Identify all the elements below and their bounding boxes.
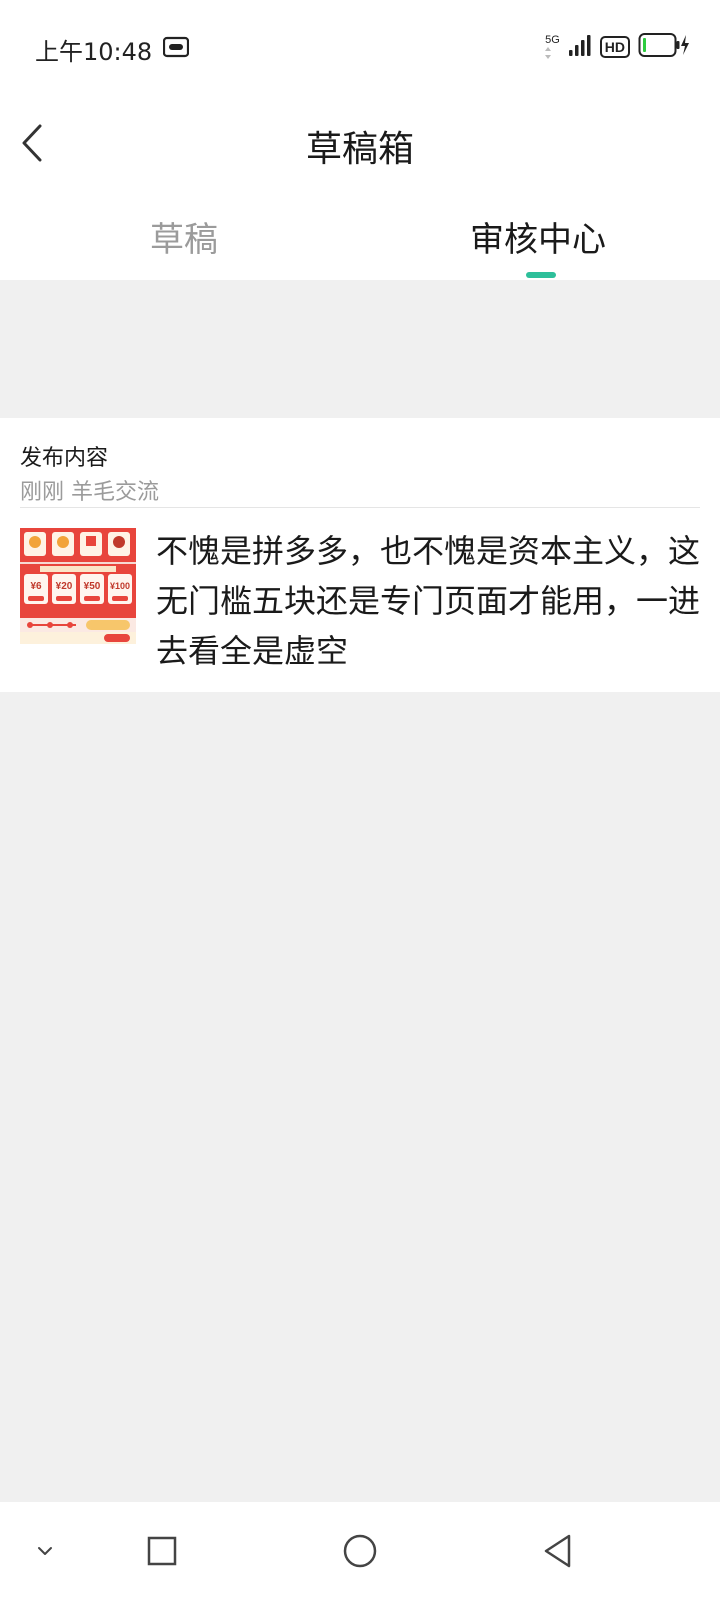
post-text[interactable]: 不愧是拼多多，也不愧是资本主义，这无门槛五块还是专门页面才能用，一进去看全是虚空	[156, 526, 704, 676]
active-tab-indicator	[526, 272, 556, 278]
coupon-value-text: ¥20	[56, 581, 73, 592]
status-icons: 5G HD	[545, 32, 690, 62]
home-circle-icon	[343, 1534, 377, 1568]
coupon-screenshot-thumbnail: ¥6 ¥20 ¥50 ¥100	[20, 528, 136, 644]
back-triangle-icon	[544, 1534, 571, 1568]
data-arrows-icon	[545, 46, 552, 59]
battery-charging-icon	[638, 32, 690, 62]
chevron-down-icon	[38, 1547, 52, 1555]
status-bar: 上午10:48 5G HD	[0, 0, 720, 96]
page-title: 草稿箱	[305, 129, 414, 170]
post-thumbnail[interactable]: ¥6 ¥20 ¥50 ¥100	[20, 528, 136, 644]
recents-square-icon	[147, 1536, 177, 1566]
card-title: 发布内容	[20, 446, 109, 471]
network-indicator: 5G	[545, 33, 560, 60]
hd-badge: HD	[599, 36, 630, 58]
signal-icon	[568, 33, 592, 61]
status-time: 上午10:48	[35, 38, 153, 66]
card-divider	[20, 507, 700, 508]
nav-collapse-button[interactable]	[5, 1502, 85, 1600]
coupon-value-text: ¥100	[110, 581, 130, 591]
coupon-value-text: ¥50	[84, 581, 101, 592]
card-meta: 刚刚 羊毛交流	[20, 480, 159, 505]
coupon-value-text: ¥6	[30, 581, 42, 592]
nav-home-button[interactable]	[320, 1502, 400, 1600]
cassette-icon	[162, 36, 190, 58]
tab-review-center[interactable]: 审核中心	[470, 212, 606, 261]
nav-recents-button[interactable]	[122, 1502, 202, 1600]
tab-drafts[interactable]: 草稿	[150, 212, 218, 261]
network-label: 5G	[545, 33, 560, 46]
nav-back-button[interactable]	[518, 1502, 598, 1600]
header: 草稿箱 草稿 审核中心	[0, 96, 720, 280]
review-card[interactable]: 发布内容 刚刚 羊毛交流 ¥6 ¥20 ¥50 ¥100 不愧是拼多多，也不愧是…	[0, 418, 720, 692]
navigation-bar	[0, 1502, 720, 1600]
